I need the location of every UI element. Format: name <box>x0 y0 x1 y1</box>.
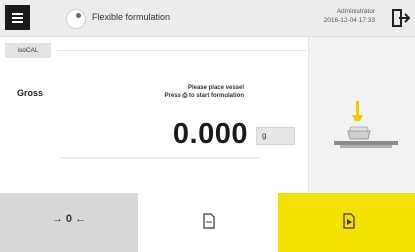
menu-icon <box>12 13 23 15</box>
weight-value: 0.000 <box>172 118 248 150</box>
instruction-line-2: Press ⎙ to start formulation <box>164 93 244 99</box>
date-time: 2016-12-04 17:33 <box>323 17 375 24</box>
balance-screen: Flexible formulation Administrator 2016-… <box>0 0 415 252</box>
header-bar: Flexible formulation Administrator 2016-… <box>0 0 415 37</box>
logout-icon[interactable] <box>391 8 411 28</box>
instruction-line-1: Please place vessel <box>187 85 244 91</box>
info-divider <box>57 50 307 51</box>
gross-label: Gross <box>17 88 44 98</box>
app-title: Flexible formulation <box>92 12 171 22</box>
user-datetime: Administrator 2016-12-04 17:33 <box>324 7 375 25</box>
isocal-button[interactable]: isoCAL <box>5 43 51 58</box>
tare-label: → 0 ← <box>51 213 87 225</box>
menu-button[interactable] <box>5 5 30 30</box>
balance-vessel-icon <box>334 101 398 148</box>
unit-selector[interactable]: g <box>256 127 295 145</box>
start-document-icon <box>343 213 355 229</box>
instruction-text: Please place vessel Press ⎙ to start for… <box>120 84 244 100</box>
menu-icon-line <box>12 21 23 23</box>
menu-icon-line <box>12 17 23 19</box>
weighing-range-bar <box>60 157 260 159</box>
document-icon <box>203 213 215 229</box>
unit-label: g <box>262 131 267 140</box>
flexible-formulation-app-icon <box>66 9 86 29</box>
user-name: Administrator <box>336 8 375 15</box>
